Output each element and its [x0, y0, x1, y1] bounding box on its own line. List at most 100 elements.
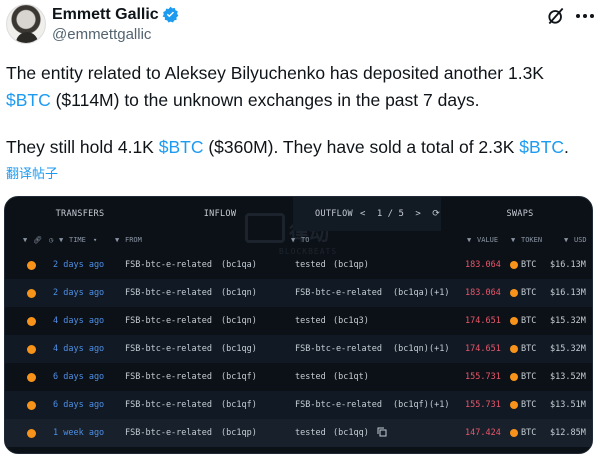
link-icon[interactable]: 🔗︎	[33, 236, 42, 244]
author-handle[interactable]: @emmettgallic	[52, 26, 151, 43]
row-time[interactable]: 2 days ago	[53, 288, 104, 298]
cashtag-btc[interactable]: $BTC	[6, 90, 51, 110]
row-from-addr[interactable]: (bc1qn)	[221, 288, 257, 298]
col-time[interactable]: TIME	[69, 236, 86, 244]
col-from[interactable]: FROM	[125, 236, 142, 244]
row-from[interactable]: FSB-btc-e-related	[125, 260, 212, 270]
row-time[interactable]: 6 days ago	[53, 400, 104, 410]
from-filter-icon[interactable]: ▼	[115, 236, 119, 244]
row-usd: $12.85M	[550, 428, 586, 438]
row-usd: $16.13M	[550, 288, 586, 298]
btc-icon	[27, 345, 36, 354]
table-row[interactable]: 6 days ago FSB-btc-e-related (bc1qf) FSB…	[5, 391, 592, 419]
row-from-addr[interactable]: (bc1qg)	[221, 344, 257, 354]
row-from[interactable]: FSB-btc-e-related	[125, 400, 212, 410]
row-token: BTC	[521, 344, 537, 354]
btc-icon	[510, 317, 518, 325]
usd-filter-icon[interactable]: ▼	[564, 236, 568, 244]
filter-icon[interactable]: ▼	[23, 236, 27, 244]
row-to[interactable]: FSB-btc-e-related	[295, 344, 382, 354]
row-from-addr[interactable]: (bc1qf)	[221, 400, 257, 410]
col-token[interactable]: TOKEN	[521, 236, 542, 244]
row-time[interactable]: 4 days ago	[53, 344, 104, 354]
row-time[interactable]: 2 days ago	[53, 260, 104, 270]
row-to-addr[interactable]: (bc1q3)	[333, 316, 369, 326]
table-row[interactable]: 2 days ago FSB-btc-e-related (bc1qn) FSB…	[5, 279, 592, 307]
row-to-extra[interactable]: (+1)	[429, 344, 449, 354]
transfers-card: 律动 BLOCKBEATS TRANSFERS INFLOW OUTFLOW <…	[4, 196, 593, 454]
row-value: 183.064	[465, 260, 501, 270]
refresh-icon[interactable]: ⟳	[432, 197, 440, 231]
token-filter-icon[interactable]: ▼	[511, 236, 515, 244]
row-from-addr[interactable]: (bc1qf)	[221, 372, 257, 382]
row-value: 174.651	[465, 344, 501, 354]
row-from[interactable]: FSB-btc-e-related	[125, 428, 212, 438]
row-from[interactable]: FSB-btc-e-related	[125, 372, 212, 382]
col-value[interactable]: VALUE	[477, 236, 498, 244]
btc-icon	[510, 373, 518, 381]
translate-post-link[interactable]: 翻译帖子	[6, 163, 58, 182]
grok-icon[interactable]	[546, 6, 566, 26]
row-usd: $13.52M	[550, 372, 586, 382]
tweet-text: ($360M). They have sold a total of 2.3K	[203, 137, 520, 157]
btc-icon	[27, 429, 36, 438]
row-to[interactable]: tested	[295, 316, 326, 326]
btc-icon	[27, 373, 36, 382]
pager-prev-icon[interactable]: <	[360, 197, 365, 231]
btc-icon	[510, 261, 518, 269]
avatar[interactable]	[6, 4, 46, 44]
row-from-addr[interactable]: (bc1qa)	[221, 260, 257, 270]
card-tabs: TRANSFERS INFLOW OUTFLOW < 1 / 5 > ⟳ SWA…	[5, 197, 592, 231]
row-from[interactable]: FSB-btc-e-related	[125, 344, 212, 354]
row-to-addr[interactable]: (bc1qq)	[333, 428, 369, 438]
tweet-header: Emmett Gallic @emmettgallic	[0, 0, 600, 56]
to-filter-icon[interactable]: ▼	[291, 236, 295, 244]
row-to[interactable]: tested	[295, 428, 326, 438]
row-time[interactable]: 6 days ago	[53, 372, 104, 382]
row-to-addr[interactable]: (bc1qp)	[333, 260, 369, 270]
row-to-addr[interactable]: (bc1qt)	[333, 372, 369, 382]
pager-page: 1 / 5	[376, 209, 404, 219]
table-row[interactable]: 2 days ago FSB-btc-e-related (bc1qa) tes…	[5, 251, 592, 279]
cashtag-btc[interactable]: $BTC	[519, 137, 564, 157]
author-name[interactable]: Emmett Gallic	[52, 6, 159, 24]
table-row[interactable]: 1 week ago FSB-btc-e-related (bc1qp) tes…	[5, 419, 592, 447]
row-to[interactable]: tested	[295, 260, 326, 270]
time-filter-icon[interactable]: ▾	[93, 236, 97, 244]
row-from[interactable]: FSB-btc-e-related	[125, 288, 212, 298]
more-icon[interactable]	[574, 6, 596, 26]
row-from[interactable]: FSB-btc-e-related	[125, 316, 212, 326]
row-from-addr[interactable]: (bc1qn)	[221, 316, 257, 326]
table-row[interactable]: 6 days ago FSB-btc-e-related (bc1qf) tes…	[5, 363, 592, 391]
table-row[interactable]: 4 days ago FSB-btc-e-related (bc1qg) FSB…	[5, 335, 592, 363]
row-time[interactable]: 4 days ago	[53, 316, 104, 326]
row-to-extra[interactable]: (+1)	[429, 288, 449, 298]
cashtag-btc[interactable]: $BTC	[159, 137, 204, 157]
row-to-addr[interactable]: (bc1qf)	[393, 400, 429, 410]
btc-icon	[510, 429, 518, 437]
tab-transfers[interactable]: TRANSFERS	[15, 197, 145, 231]
btc-icon	[27, 317, 36, 326]
row-to[interactable]: tested	[295, 372, 326, 382]
tab-swaps[interactable]: SWAPS	[455, 197, 585, 231]
col-usd[interactable]: USD	[574, 236, 587, 244]
row-to-addr[interactable]: (bc1qa)	[393, 288, 429, 298]
col-to[interactable]: TO	[301, 236, 309, 244]
row-value: 183.064	[465, 288, 501, 298]
row-time[interactable]: 1 week ago	[53, 428, 104, 438]
pager-next-icon[interactable]: >	[415, 197, 420, 231]
tweet-text: .	[564, 137, 569, 157]
tab-inflow[interactable]: INFLOW	[155, 197, 285, 231]
row-to[interactable]: FSB-btc-e-related	[295, 400, 382, 410]
row-usd: $15.32M	[550, 344, 586, 354]
copy-icon[interactable]	[377, 427, 387, 437]
row-from-addr[interactable]: (bc1qp)	[221, 428, 257, 438]
row-value: 155.731	[465, 400, 501, 410]
row-to-extra[interactable]: (+1)	[429, 400, 449, 410]
time-sort-icon[interactable]: ▼	[59, 236, 63, 244]
row-to-addr[interactable]: (bc1qn)	[393, 344, 429, 354]
value-filter-icon[interactable]: ▼	[467, 236, 471, 244]
btc-icon	[510, 401, 518, 409]
row-to[interactable]: FSB-btc-e-related	[295, 288, 382, 298]
table-row[interactable]: 4 days ago FSB-btc-e-related (bc1qn) tes…	[5, 307, 592, 335]
